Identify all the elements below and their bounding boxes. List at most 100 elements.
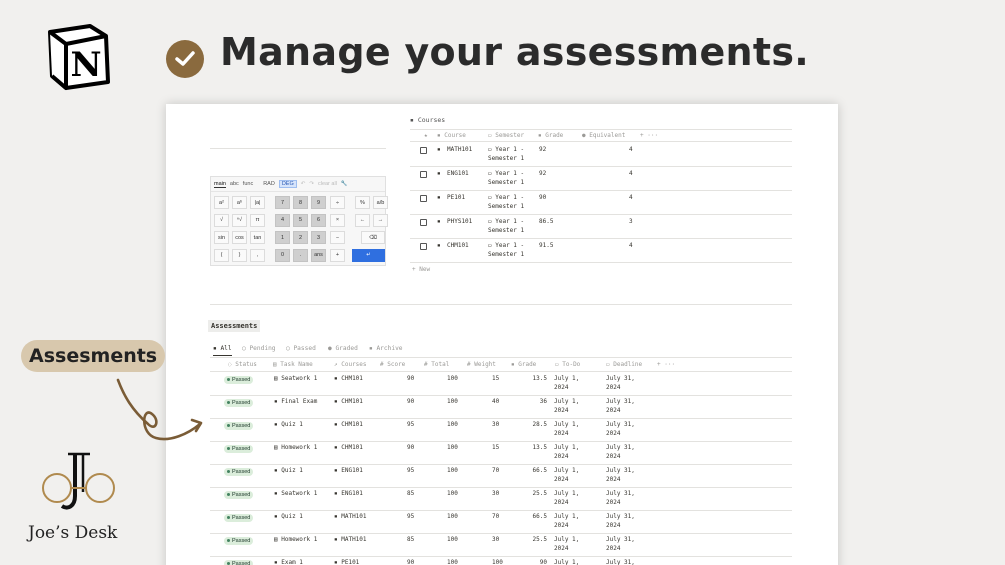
course-name[interactable]: PHYS101 [447, 218, 472, 225]
course-relation[interactable]: ▪ MATH101 [334, 536, 367, 543]
calc-tab-abc[interactable]: abc [230, 181, 239, 187]
task-name[interactable]: ▤ Homework 1 [274, 536, 317, 543]
col-score[interactable]: # Score [380, 361, 405, 368]
task-name[interactable]: ▪ Quiz 1 [274, 421, 303, 428]
view-tab-passed[interactable]: ○ Passed [286, 345, 316, 352]
col-course[interactable]: ▪ Course [437, 132, 466, 139]
col-grade[interactable]: ▪ Grade [538, 132, 563, 139]
course-name[interactable]: MATH101 [447, 146, 472, 153]
row-checkbox[interactable] [420, 219, 427, 226]
row-checkbox[interactable] [420, 147, 427, 154]
calc-clear-all[interactable]: clear all [318, 181, 337, 187]
task-name[interactable]: ▪ Exam 1 [274, 559, 303, 565]
status-badge[interactable]: Passed [224, 445, 254, 453]
calc-key[interactable]: a/b [373, 196, 388, 209]
col-total[interactable]: # Total [424, 361, 449, 368]
calc-key[interactable]: 5 [293, 213, 308, 227]
calc-key[interactable]: 9 [311, 196, 326, 209]
row-checkbox[interactable] [420, 171, 427, 178]
calc-key[interactable]: 4 [275, 213, 290, 227]
col-deadline[interactable]: ▭ Deadline [606, 361, 642, 368]
view-tab-graded[interactable]: ● Graded [328, 345, 358, 352]
calc-deg[interactable]: DEG [278, 180, 297, 188]
calc-key[interactable]: + [330, 248, 345, 262]
calc-key[interactable]: 6 [311, 213, 326, 227]
row-checkbox[interactable] [420, 195, 427, 202]
calc-key[interactable]: aᵇ [232, 196, 247, 209]
calc-rad[interactable]: RAD [263, 181, 275, 187]
status-badge[interactable]: Passed [224, 376, 254, 384]
task-name[interactable]: ▪ Final Exam [274, 398, 317, 405]
col-todo[interactable]: ▭ To-Do [555, 361, 580, 368]
calc-key[interactable]: ⌫ [361, 231, 385, 244]
calc-key[interactable]: 8 [293, 196, 308, 209]
calc-key[interactable]: ) [232, 248, 247, 262]
undo-icon[interactable]: ↶ [301, 181, 306, 187]
calc-key[interactable]: cos [232, 231, 247, 244]
task-name[interactable]: ▤ Seatwork 1 [274, 375, 317, 382]
col-courses[interactable]: ↗ Courses [334, 361, 367, 368]
course-relation[interactable]: ▪ CHM101 [334, 398, 363, 405]
course-relation[interactable]: ▪ ENG101 [334, 490, 363, 497]
calc-key[interactable]: % [355, 196, 370, 209]
calc-tab-func[interactable]: func [243, 181, 253, 187]
new-course-button[interactable]: + New [412, 266, 430, 273]
course-name[interactable]: PE101 [447, 194, 465, 201]
task-name[interactable]: ▪ Seatwork 1 [274, 490, 317, 497]
calc-key[interactable]: → [373, 213, 388, 227]
calc-key[interactable]: a² [214, 196, 229, 209]
course-relation[interactable]: ▪ MATH101 [334, 513, 367, 520]
course-relation[interactable]: ▪ PE101 [334, 559, 359, 565]
calc-key[interactable]: tan [250, 231, 265, 244]
course-relation[interactable]: ▪ CHM101 [334, 375, 363, 382]
calc-key[interactable]: 3 [311, 231, 326, 244]
view-tab-archive[interactable]: ▪ Archive [369, 345, 403, 352]
row-checkbox[interactable] [420, 243, 427, 250]
redo-icon[interactable]: ↷ [309, 181, 314, 187]
add-column-icon[interactable]: + ··· [640, 132, 658, 139]
course-relation[interactable]: ▪ CHM101 [334, 444, 363, 451]
calc-key[interactable]: ← [355, 213, 370, 227]
course-name[interactable]: CHM101 [447, 242, 469, 249]
calc-key[interactable]: ⁿ√ [232, 213, 247, 227]
status-badge[interactable]: Passed [224, 422, 254, 430]
calc-key[interactable]: ans [311, 248, 326, 262]
col-equivalent[interactable]: ● Equivalent [582, 132, 625, 139]
calc-key[interactable]: 2 [293, 231, 308, 244]
course-relation[interactable]: ▪ CHM101 [334, 421, 363, 428]
task-name[interactable]: ▪ Quiz 1 [274, 513, 303, 520]
calc-key[interactable]: , [250, 248, 265, 262]
task-name[interactable]: ▤ Homework 1 [274, 444, 317, 451]
status-badge[interactable]: Passed [224, 560, 254, 565]
col-semester[interactable]: ▭ Semester [488, 132, 524, 139]
calc-key[interactable]: × [330, 213, 345, 227]
calc-key[interactable]: 7 [275, 196, 290, 209]
status-badge[interactable]: Passed [224, 514, 254, 522]
status-badge[interactable]: Passed [224, 537, 254, 545]
status-badge[interactable]: Passed [224, 491, 254, 499]
calc-key[interactable]: 1 [275, 231, 290, 244]
col-grade-assess[interactable]: ▪ Grade [511, 361, 536, 368]
status-badge[interactable]: Passed [224, 399, 254, 407]
calc-key[interactable]: sin [214, 231, 229, 244]
course-name[interactable]: ENG101 [447, 170, 469, 177]
course-relation[interactable]: ▪ ENG101 [334, 467, 363, 474]
calc-key[interactable]: − [330, 231, 345, 244]
calc-key[interactable]: ↵ [352, 248, 385, 262]
calc-key[interactable]: ÷ [330, 196, 345, 209]
add-prop-icon[interactable]: + ··· [657, 361, 675, 368]
calc-key[interactable]: |a| [250, 196, 265, 209]
view-tab-pending[interactable]: ○ Pending [242, 345, 276, 352]
calc-key[interactable]: . [293, 248, 308, 262]
calc-key[interactable]: π [250, 213, 265, 227]
calc-key[interactable]: ( [214, 248, 229, 262]
col-weight[interactable]: # Weight [467, 361, 496, 368]
col-status[interactable]: ◌ Status [228, 361, 257, 368]
view-tab-all[interactable]: ▪ All [213, 345, 232, 356]
status-badge[interactable]: Passed [224, 468, 254, 476]
calc-tab-main[interactable]: main [214, 181, 226, 188]
calc-key[interactable]: 0 [275, 248, 290, 262]
col-task[interactable]: ▤ Task Name [273, 361, 313, 368]
calc-key[interactable]: √ [214, 213, 229, 227]
task-name[interactable]: ▪ Quiz 1 [274, 467, 303, 474]
